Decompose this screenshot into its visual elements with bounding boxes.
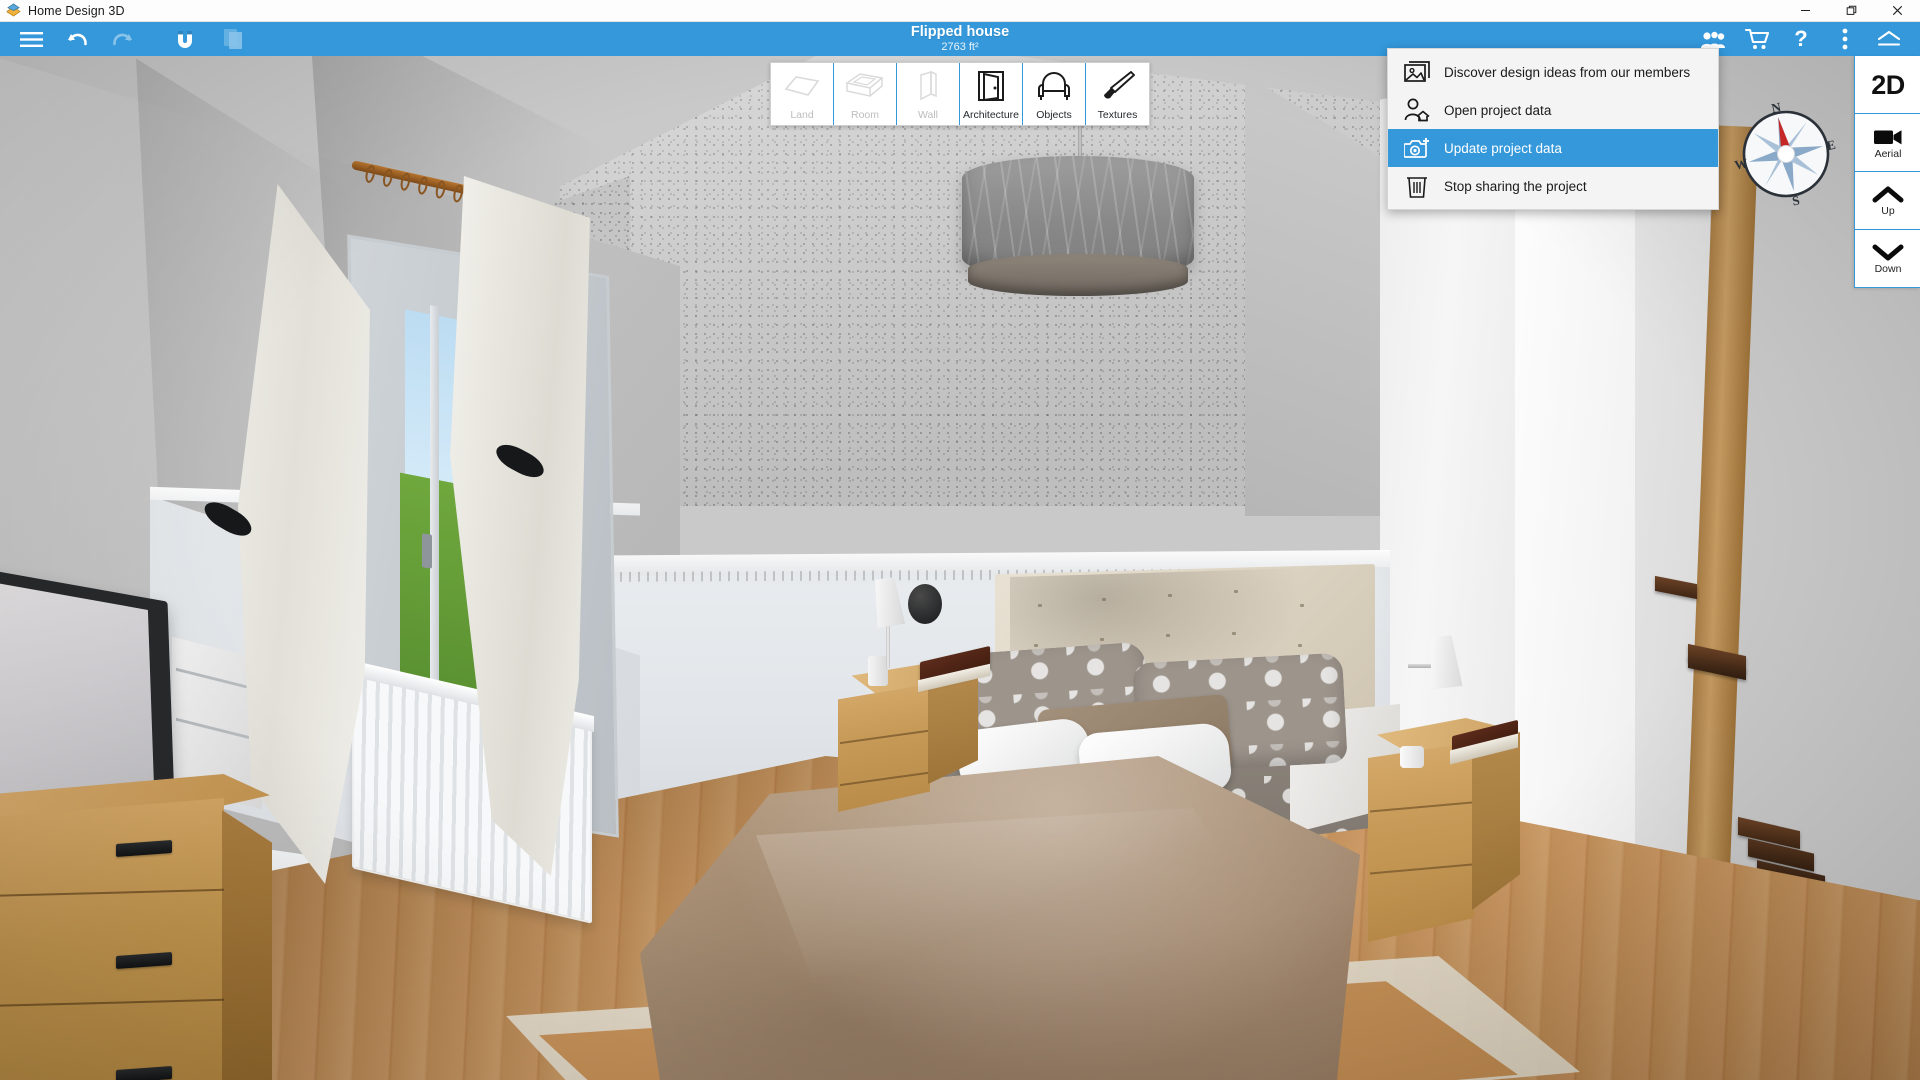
compass-north-label: N xyxy=(1770,99,1783,116)
menu-item-discover-ideas[interactable]: Discover design ideas from our members xyxy=(1388,53,1718,91)
app-title: Home Design 3D xyxy=(28,4,125,18)
svg-text:?: ? xyxy=(1794,27,1807,51)
tab-textures[interactable]: Textures xyxy=(1086,63,1149,125)
cart-icon[interactable] xyxy=(1740,22,1774,56)
tab-room[interactable]: Room xyxy=(834,63,897,125)
person-house-icon xyxy=(1402,95,1432,125)
close-button[interactable] xyxy=(1874,0,1920,22)
pendant-lamp-band xyxy=(968,254,1188,296)
objects-icon xyxy=(1036,63,1072,109)
camera-down-label: Down xyxy=(1875,263,1902,275)
tab-textures-label: Textures xyxy=(1098,109,1138,121)
camera-up-button[interactable]: Up xyxy=(1855,172,1920,230)
video-camera-icon xyxy=(1873,127,1903,147)
copy-icon xyxy=(218,24,248,54)
camera-aerial-button[interactable]: Aerial xyxy=(1855,114,1920,172)
tab-objects-label: Objects xyxy=(1036,109,1072,121)
cup xyxy=(1400,746,1424,768)
tab-objects[interactable]: Objects xyxy=(1023,63,1086,125)
menu-item-discover-ideas-label: Discover design ideas from our members xyxy=(1444,65,1690,80)
camera-aerial-label: Aerial xyxy=(1875,148,1902,160)
app-toolbar-right: ? xyxy=(1696,22,1920,56)
land-icon xyxy=(782,63,822,109)
window-titlebar: Home Design 3D xyxy=(0,0,1920,22)
tab-wall-label: Wall xyxy=(918,109,938,121)
wall-icon xyxy=(914,63,942,109)
image-gallery-icon xyxy=(1402,57,1432,87)
magnet-icon[interactable] xyxy=(170,24,200,54)
architecture-icon xyxy=(976,63,1006,109)
menu-icon[interactable] xyxy=(16,24,46,54)
chevron-up-icon xyxy=(1872,185,1904,204)
mode-tab-bar: Land Room Wall xyxy=(770,62,1150,126)
view-mode-2d-button[interactable]: 2D xyxy=(1855,56,1920,114)
more-icon[interactable] xyxy=(1828,22,1862,56)
app-logo-icon xyxy=(6,3,21,18)
wall-fixture-left xyxy=(908,584,942,624)
menu-item-update-project-data-label: Update project data xyxy=(1444,141,1562,156)
menu-item-stop-sharing-label: Stop sharing the project xyxy=(1444,179,1587,194)
compass-widget[interactable]: N E S W xyxy=(1728,96,1844,212)
minimize-button[interactable] xyxy=(1782,0,1828,22)
tab-land-label: Land xyxy=(790,109,813,121)
trash-icon xyxy=(1402,171,1432,201)
cup xyxy=(868,656,888,686)
menu-item-open-project-data[interactable]: Open project data xyxy=(1388,91,1718,129)
nightstand-left-front xyxy=(838,684,930,812)
menu-item-open-project-data-label: Open project data xyxy=(1444,103,1551,118)
tab-architecture-label: Architecture xyxy=(963,109,1019,121)
window-controls xyxy=(1782,0,1920,22)
chevron-down-icon xyxy=(1872,243,1904,262)
window-handle xyxy=(422,533,432,568)
camera-down-button[interactable]: Down xyxy=(1855,230,1920,288)
view-control-panel: 2D Aerial Up Down xyxy=(1854,56,1920,288)
dresser-side xyxy=(222,810,272,1080)
undo-icon[interactable] xyxy=(62,24,92,54)
tab-wall[interactable]: Wall xyxy=(897,63,960,125)
camera-plus-icon xyxy=(1402,133,1432,163)
project-options-menu: Discover design ideas from our members O… xyxy=(1387,48,1719,210)
maximize-restore-button[interactable] xyxy=(1828,0,1874,22)
room-icon xyxy=(844,63,886,109)
menu-item-update-project-data[interactable]: Update project data xyxy=(1388,129,1718,167)
dresser-front xyxy=(0,798,224,1080)
collapse-icon[interactable] xyxy=(1872,22,1906,56)
redo-icon xyxy=(108,24,138,54)
textures-icon xyxy=(1101,63,1135,109)
help-icon[interactable]: ? xyxy=(1784,22,1818,56)
menu-item-stop-sharing[interactable]: Stop sharing the project xyxy=(1388,167,1718,205)
compass-east-label: E xyxy=(1825,137,1837,153)
tab-room-label: Room xyxy=(851,109,879,121)
reading-lamp-right-arm xyxy=(1408,664,1434,668)
view-mode-label: 2D xyxy=(1871,70,1905,100)
camera-up-label: Up xyxy=(1881,205,1894,217)
tab-land[interactable]: Land xyxy=(771,63,834,125)
tab-architecture[interactable]: Architecture xyxy=(960,63,1023,125)
nightstand-right-front xyxy=(1368,742,1474,942)
